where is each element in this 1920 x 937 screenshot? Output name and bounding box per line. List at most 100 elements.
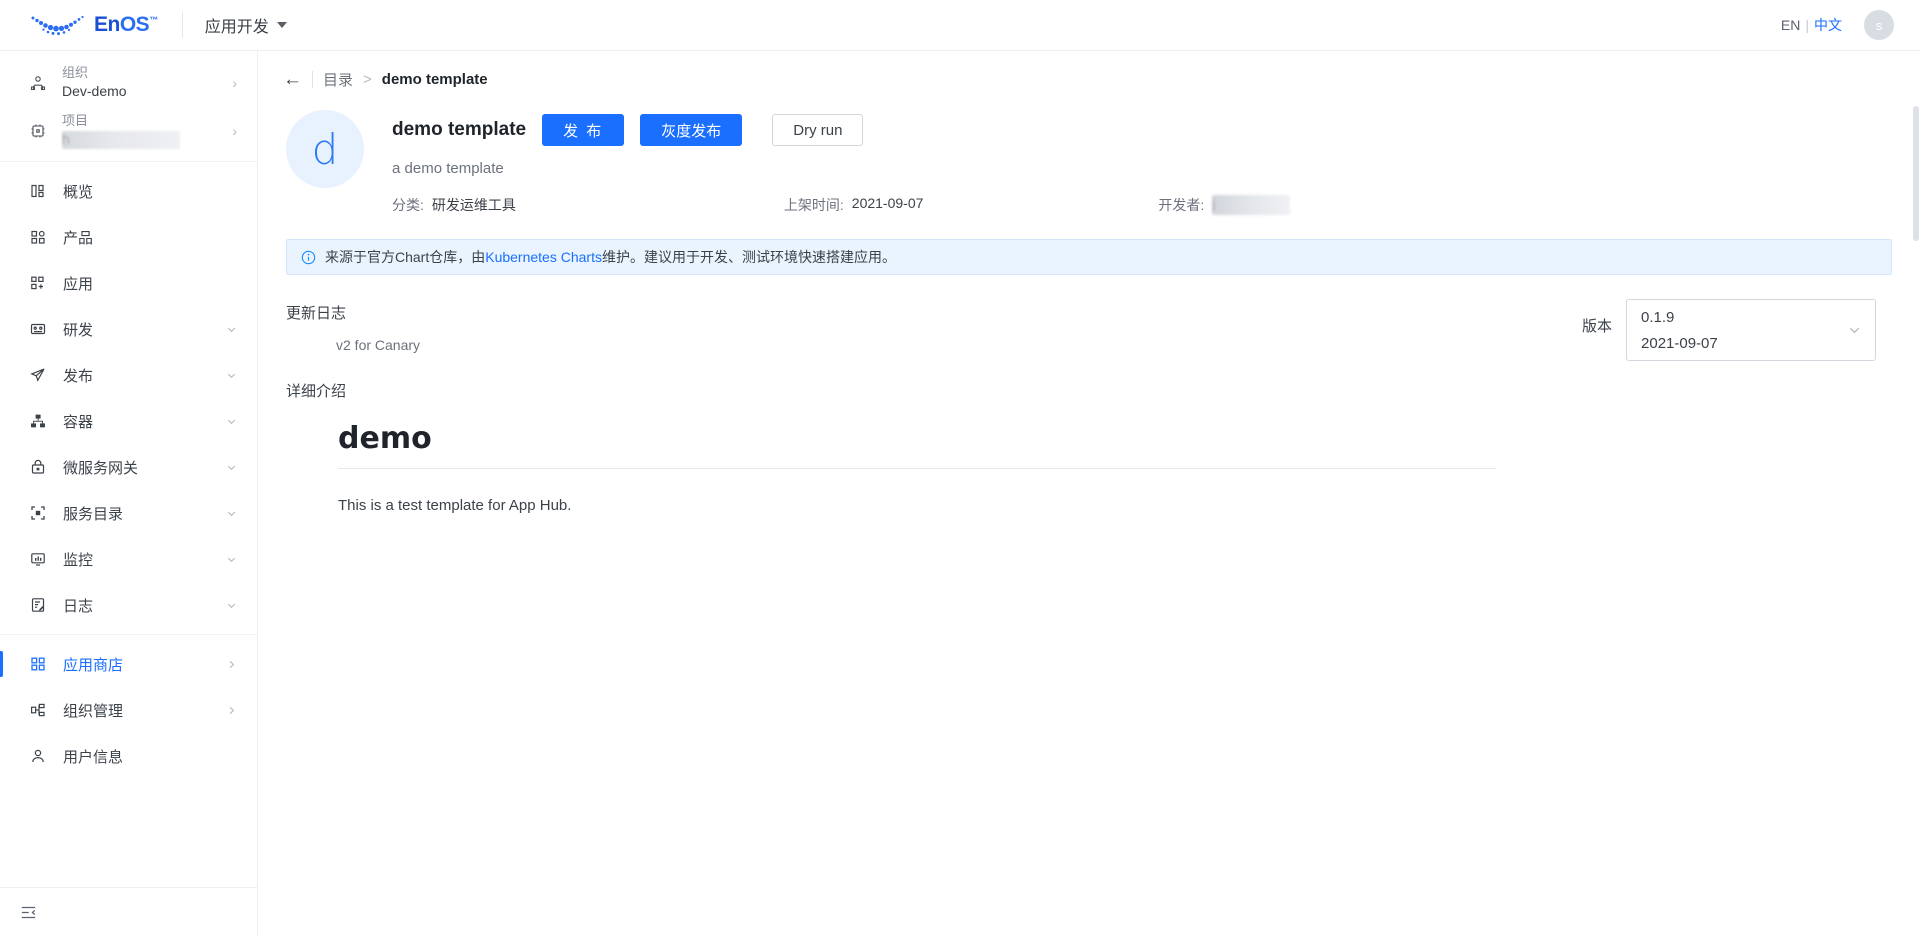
readme-markdown: demo This is a test template for App Hub…: [338, 421, 1496, 514]
readme-paragraph: This is a test template for App Hub.: [338, 497, 1496, 514]
collapse-menu-icon[interactable]: [20, 904, 37, 921]
lang-en-label[interactable]: EN: [1781, 17, 1800, 33]
chevron-down-icon: [226, 370, 237, 381]
release-icon: [30, 365, 52, 385]
sidebar-item-release[interactable]: 发布: [0, 352, 257, 398]
chevron-down-icon: [226, 600, 237, 611]
kubernetes-charts-link[interactable]: Kubernetes Charts: [485, 249, 602, 265]
app-switcher-label: 应用开发: [205, 13, 269, 37]
meta-developer: 开发者: j: [1158, 195, 1290, 215]
sidebar-org-text: 组织 Dev-demo: [62, 65, 127, 101]
sidebar-item-label: 组织管理: [63, 700, 123, 721]
back-arrow-icon[interactable]: ←: [283, 70, 302, 89]
topbar-divider: [182, 12, 183, 38]
sidebar-item-label: 研发: [63, 319, 93, 340]
sidebar-item-overview[interactable]: 概览: [0, 168, 257, 214]
app-switcher[interactable]: 应用开发: [205, 13, 287, 37]
sidebar-item-service-catalog[interactable]: 服务目录: [0, 490, 257, 536]
sidebar-item-gateway[interactable]: 微服务网关: [0, 444, 257, 490]
meta-developer-value: j: [1212, 195, 1290, 215]
project-icon: [30, 123, 52, 139]
overview-icon: [30, 181, 52, 201]
chevron-right-icon: ›: [232, 75, 237, 91]
notice-text-after: 维护。建议用于开发、测试环境快速搭建应用。: [602, 247, 896, 267]
product-icon: [30, 227, 52, 247]
monitor-icon: [30, 549, 52, 569]
template-description: a demo template: [392, 160, 1920, 177]
content-body: 更新日志 v2 for Canary 详细介绍 demo This is a t…: [258, 275, 1920, 514]
sidebar-item-label: 服务目录: [63, 503, 123, 524]
content-right-column: 版本 0.1.9 2021-09-07: [1582, 275, 1892, 514]
chevron-right-icon: [226, 659, 237, 670]
sidebar-item-user-info[interactable]: 用户信息: [0, 733, 257, 779]
version-selected-date: 2021-09-07: [1641, 335, 1861, 352]
sidebar: 组织 Dev-demo › 项目 h ›: [0, 51, 258, 937]
publish-button[interactable]: 发 布: [542, 114, 624, 146]
vertical-scrollbar[interactable]: [1913, 106, 1919, 241]
brand-logo[interactable]: EnOS™: [28, 12, 158, 38]
language-switcher[interactable]: EN|中文: [1781, 15, 1842, 35]
sidebar-item-app-store[interactable]: 应用商店: [0, 641, 257, 687]
meta-publish-time-value: 2021-09-07: [852, 195, 924, 215]
brand-tm: ™: [149, 15, 158, 25]
template-header-body: demo template 发 布 灰度发布 Dry run a demo te…: [392, 110, 1920, 215]
chevron-right-icon: ›: [232, 123, 237, 139]
sidebar-item-application[interactable]: 应用: [0, 260, 257, 306]
dry-run-button[interactable]: Dry run: [772, 114, 863, 146]
top-bar: EnOS™ 应用开发 EN|中文 s: [0, 0, 1920, 51]
meta-publish-time: 上架时间: 2021-09-07: [784, 195, 924, 215]
canary-publish-button[interactable]: 灰度发布: [640, 114, 742, 146]
sidebar-item-label: 概览: [63, 181, 93, 202]
chevron-right-icon: [226, 705, 237, 716]
sidebar-item-label: 容器: [63, 411, 93, 432]
sidebar-item-label: 发布: [63, 365, 93, 386]
lang-zh-label[interactable]: 中文: [1814, 17, 1842, 33]
sidebar-item-label: 日志: [63, 595, 93, 616]
chevron-down-icon: [226, 554, 237, 565]
org-manage-icon: [30, 700, 52, 720]
chevron-down-icon: [226, 416, 237, 427]
sidebar-item-monitor[interactable]: 监控: [0, 536, 257, 582]
version-label: 版本: [1582, 299, 1612, 336]
sidebar-item-product[interactable]: 产品: [0, 214, 257, 260]
sidebar-org-label: 组织: [62, 65, 127, 81]
meta-category-value: 研发运维工具: [432, 195, 516, 215]
sidebar-item-devkit[interactable]: 研发: [0, 306, 257, 352]
avatar[interactable]: s: [1864, 10, 1894, 40]
log-icon: [30, 595, 52, 615]
catalog-icon: [30, 503, 52, 523]
sidebar-org-selector[interactable]: 组织 Dev-demo ›: [0, 59, 257, 107]
sidebar-item-org-management[interactable]: 组织管理: [0, 687, 257, 733]
detail-title: 详细介绍: [286, 380, 1582, 401]
sidebar-item-label: 用户信息: [63, 746, 123, 767]
template-title-row: demo template 发 布 灰度发布 Dry run: [392, 114, 1920, 146]
changelog-entry: v2 for Canary: [336, 337, 1582, 353]
brand-text: EnOS™: [94, 13, 158, 37]
breadcrumb-parent[interactable]: 目录: [323, 69, 353, 90]
changelog-title: 更新日志: [286, 302, 1582, 323]
sidebar-project-selector[interactable]: 项目 h ›: [0, 107, 257, 155]
meta-category: 分类: 研发运维工具: [392, 195, 516, 215]
chevron-down-icon: [1848, 324, 1861, 337]
version-select[interactable]: 0.1.9 2021-09-07: [1626, 299, 1876, 361]
source-notice-banner: 来源于官方Chart仓库，由Kubernetes Charts维护。建议用于开发…: [286, 239, 1892, 275]
brand-en: En: [94, 13, 120, 36]
gateway-icon: [30, 457, 52, 477]
chevron-down-icon: [277, 22, 287, 28]
sidebar-org-value: Dev-demo: [62, 83, 127, 101]
sidebar-item-log[interactable]: 日志: [0, 582, 257, 628]
org-icon: [30, 75, 52, 91]
sidebar-nav: 概览 产品 应用: [0, 162, 257, 779]
application-icon: [30, 273, 52, 293]
sidebar-item-container[interactable]: 容器: [0, 398, 257, 444]
main-content: ← 目录 > demo template d demo template 发 布…: [258, 51, 1920, 937]
sidebar-item-label: 应用商店: [63, 654, 123, 675]
template-header: d demo template 发 布 灰度发布 Dry run a demo …: [258, 90, 1920, 215]
readme-heading: demo: [338, 421, 1496, 469]
sidebar-item-label: 产品: [63, 227, 93, 248]
chevron-down-icon: [226, 324, 237, 335]
breadcrumb-separator: >: [363, 71, 372, 88]
enos-swoosh-logo-icon: [28, 12, 90, 38]
topbar-right-group: EN|中文 s: [1781, 10, 1894, 40]
appstore-icon: [30, 654, 52, 674]
